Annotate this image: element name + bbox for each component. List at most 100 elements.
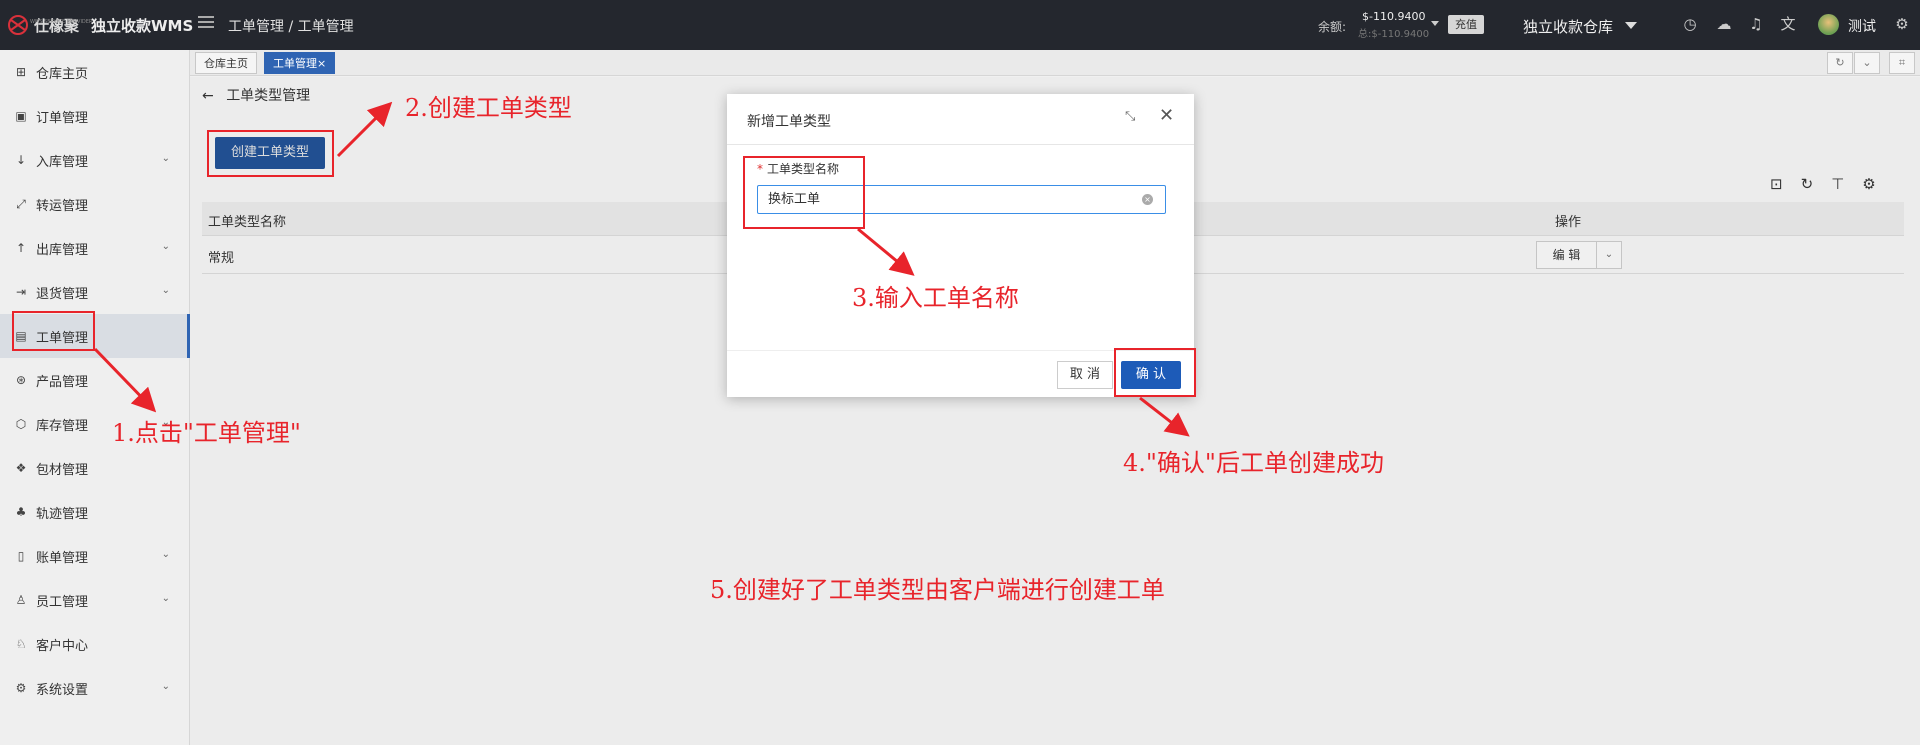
- user-name[interactable]: 测试: [1848, 16, 1876, 36]
- sidebar-item-label: 账单管理: [36, 550, 89, 566]
- sidebar-item[interactable]: ⊞ 仓库主页: [0, 50, 190, 94]
- track-icon: ♣: [15, 505, 27, 519]
- logo-subtitle: WMS SERVICE PROVIDER: [30, 19, 93, 25]
- warehouse-caret-icon[interactable]: [1625, 22, 1637, 29]
- gear-icon[interactable]: ⚙: [1893, 15, 1911, 33]
- chevron-down-icon[interactable]: ⌄: [162, 681, 170, 692]
- chevron-down-icon[interactable]: ⌄: [162, 241, 170, 252]
- sidebar-item[interactable]: ▣ 订单管理: [0, 94, 190, 138]
- tab-close-icon[interactable]: ×: [317, 57, 326, 70]
- arrow-down-icon: ↓: [15, 153, 27, 167]
- top-bar: 仕橡聚 独立收款WMS WMS SERVICE PROVIDER 工单管理 / …: [0, 0, 1920, 50]
- sidebar-item-label: 轨迹管理: [36, 506, 89, 522]
- balance-value: $-110.9400: [1362, 10, 1426, 23]
- chevron-down-icon[interactable]: ⌄: [162, 549, 170, 560]
- annotation-box-confirm: [1114, 348, 1196, 397]
- sidebar-item[interactable]: ⇥ 退货管理 ⌄: [0, 270, 190, 314]
- fullscreen-icon[interactable]: ⌗: [1889, 52, 1915, 74]
- reload-icon[interactable]: ↻: [1801, 175, 1814, 193]
- logo: 仕橡聚 独立收款WMS: [6, 14, 193, 36]
- settings-icon: ⚙: [15, 681, 27, 695]
- annotation-step1: 1.点击"工单管理": [112, 419, 301, 447]
- order-icon: ▣: [15, 109, 27, 123]
- chevron-down-icon[interactable]: ⌄: [162, 285, 170, 296]
- logo-mark-icon: [8, 15, 28, 35]
- cancel-button[interactable]: 取 消: [1057, 361, 1113, 389]
- sidebar-item-label: 订单管理: [36, 110, 89, 126]
- menu-toggle-icon[interactable]: [198, 16, 214, 30]
- sidebar-item[interactable]: ⚙ 系统设置 ⌄: [0, 666, 190, 710]
- sidebar-item-label: 产品管理: [36, 374, 89, 390]
- table-toolbar: ⊡ ↻ ⊤ ⚙: [1770, 175, 1876, 193]
- package-icon: ❖: [15, 461, 27, 475]
- divider: [727, 144, 1194, 145]
- sidebar-item[interactable]: ♙ 员工管理 ⌄: [0, 578, 190, 622]
- back-arrow-icon[interactable]: ←: [202, 88, 214, 104]
- column-height-icon[interactable]: ⊤: [1831, 175, 1844, 193]
- breadcrumb: 工单管理 / 工单管理: [228, 19, 354, 35]
- warehouse-selector[interactable]: 独立收款仓库: [1523, 16, 1613, 37]
- annotation-step2: 2.创建工单类型: [405, 94, 572, 122]
- app-name: 独立收款WMS: [91, 16, 194, 35]
- transfer-icon: ⤢: [16, 196, 26, 211]
- annotation-box-create: [207, 130, 334, 177]
- page-header[interactable]: ← 工单类型管理: [202, 85, 310, 105]
- page-title: 工单类型管理: [226, 88, 311, 104]
- sidebar-item[interactable]: ♘ 客户中心: [0, 622, 190, 666]
- col-header-action: 操作: [1555, 215, 1582, 230]
- sidebar-item-label: 客户中心: [36, 638, 89, 654]
- chevron-down-icon[interactable]: ⌄: [162, 593, 170, 604]
- return-icon: ⇥: [15, 285, 27, 299]
- product-icon: ⊛: [15, 373, 27, 387]
- balance-label: 余额:: [1318, 20, 1347, 34]
- sidebar-item-label: 仓库主页: [36, 66, 89, 82]
- cloud-upload-icon[interactable]: ☁: [1715, 15, 1733, 33]
- refresh-icon[interactable]: ↻: [1827, 52, 1853, 74]
- sidebar-item-label: 系统设置: [36, 682, 89, 698]
- sidebar-item[interactable]: ❖ 包材管理: [0, 446, 190, 490]
- close-icon[interactable]: ✕: [1159, 105, 1174, 126]
- sidebar-item[interactable]: ⊛ 产品管理: [0, 358, 190, 402]
- arrow-up-icon: ↑: [15, 241, 27, 255]
- balance-caret-icon[interactable]: [1431, 21, 1439, 26]
- edit-button[interactable]: 编 辑: [1537, 242, 1597, 268]
- sidebar-item-label: 库存管理: [36, 418, 89, 434]
- tab-label: 工单管理: [273, 57, 317, 70]
- balance-total: 总:$-110.9400: [1358, 29, 1430, 40]
- bell-icon[interactable]: ♫: [1747, 15, 1765, 33]
- col-header-name: 工单类型名称: [208, 215, 287, 230]
- tab-label: 仓库主页: [204, 57, 248, 70]
- chevron-down-icon[interactable]: ⌄: [162, 153, 170, 164]
- translate-icon[interactable]: 文: [1779, 15, 1797, 33]
- sidebar-item[interactable]: ♣ 轨迹管理: [0, 490, 190, 534]
- edit-split-button[interactable]: 编 辑 ⌄: [1536, 241, 1622, 269]
- clear-icon[interactable]: ×: [1142, 194, 1153, 205]
- avatar[interactable]: [1818, 14, 1839, 35]
- sidebar-item[interactable]: ⤢ 转运管理: [0, 182, 190, 226]
- sidebar: ⊞ 仓库主页 ▣ 订单管理 ↓ 入库管理 ⌄ ⤢ 转运管理 ↑ 出库管理 ⌄ ⇥ 退货管理 ⌄ ▤ 工单管理 ⊛ 产…: [0, 50, 190, 745]
- annotation-box-sidebar: [12, 311, 95, 351]
- sidebar-item-label: 退货管理: [36, 286, 89, 302]
- annotation-step4: 4."确认"后工单创建成功: [1123, 449, 1384, 477]
- chevron-down-icon[interactable]: ⌄: [1597, 242, 1621, 268]
- density-icon[interactable]: ⊡: [1770, 175, 1783, 193]
- clock-icon[interactable]: ◷: [1681, 15, 1699, 33]
- sidebar-item-label: 包材管理: [36, 462, 89, 478]
- sidebar-item-label: 员工管理: [36, 594, 89, 610]
- annotation-step3: 3.输入工单名称: [852, 284, 1019, 312]
- maximize-icon[interactable]: ⤡: [1125, 109, 1135, 124]
- recharge-button[interactable]: 充值: [1448, 15, 1484, 34]
- sidebar-item[interactable]: ↓ 入库管理 ⌄: [0, 138, 190, 182]
- logo-text: 仕橡聚: [34, 16, 80, 35]
- sidebar-item[interactable]: ↑ 出库管理 ⌄: [0, 226, 190, 270]
- chevron-down-icon[interactable]: ⌄: [1854, 52, 1880, 74]
- customer-icon: ♘: [15, 637, 27, 651]
- tabs-bar: 仓库主页 工单管理× ↻ ⌄ ⌗: [190, 50, 1920, 76]
- sidebar-item[interactable]: ▯ 账单管理 ⌄: [0, 534, 190, 578]
- user-icon: ♙: [15, 593, 27, 607]
- settings-icon[interactable]: ⚙: [1862, 175, 1875, 193]
- tab-work-order[interactable]: 工单管理×: [264, 52, 336, 74]
- bill-icon: ▯: [17, 549, 25, 563]
- tab-warehouse-home[interactable]: 仓库主页: [195, 52, 257, 74]
- sidebar-item-label: 入库管理: [36, 154, 89, 170]
